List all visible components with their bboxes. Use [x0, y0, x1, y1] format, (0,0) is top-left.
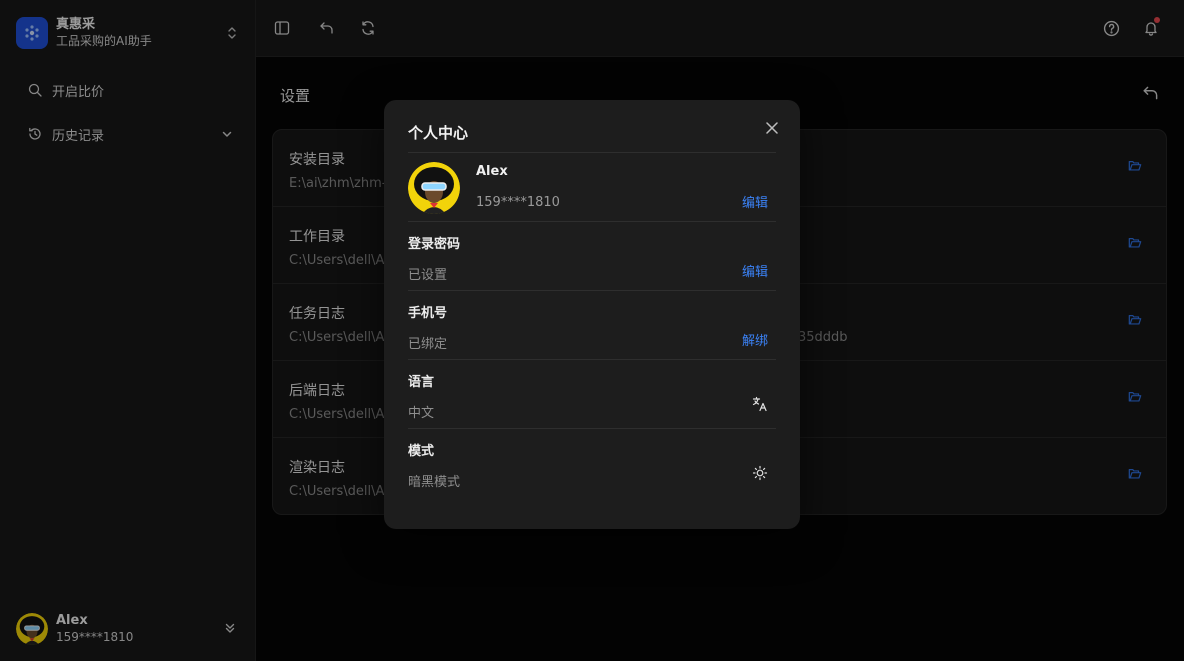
profile-name: Alex — [476, 164, 508, 179]
language-title: 语言 — [408, 375, 435, 390]
close-icon[interactable] — [764, 120, 780, 136]
profile-dialog: 个人中心 Alex 159****1810 编辑 登录密码 已设置 编辑 手机号… — [384, 100, 800, 529]
password-title: 登录密码 — [408, 237, 461, 252]
phone-title: 手机号 — [408, 306, 448, 321]
unbind-phone-button[interactable]: 解绑 — [742, 330, 768, 349]
divider — [408, 221, 776, 222]
language-value: 中文 — [408, 406, 435, 421]
sun-icon[interactable] — [752, 465, 768, 481]
password-status: 已设置 — [408, 268, 448, 283]
translate-icon[interactable] — [752, 396, 768, 412]
phone-status: 已绑定 — [408, 337, 448, 352]
profile-phone: 159****1810 — [476, 195, 560, 210]
edit-password-button[interactable]: 编辑 — [742, 261, 768, 280]
dialog-title: 个人中心 — [408, 124, 469, 142]
mode-title: 模式 — [408, 444, 435, 459]
mode-value: 暗黑模式 — [408, 475, 461, 490]
edit-profile-button[interactable]: 编辑 — [742, 192, 768, 211]
divider — [408, 152, 776, 153]
divider — [408, 428, 776, 429]
divider — [408, 359, 776, 360]
avatar — [408, 162, 460, 214]
divider — [408, 290, 776, 291]
